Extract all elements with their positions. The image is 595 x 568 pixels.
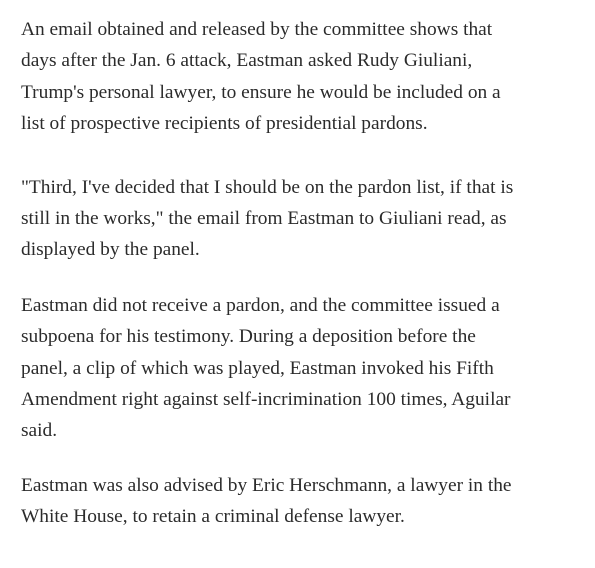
paragraph-no-pardon: Eastman did not receive a pardon, and th…: [21, 290, 581, 447]
paragraph-email-obtained: An email obtained and released by the co…: [21, 14, 581, 140]
paragraph-herschmann-advice: Eastman was also advised by Eric Herschm…: [21, 470, 581, 533]
paragraph-line: panel, a clip of which was played, Eastm…: [21, 357, 494, 379]
paragraph-line: Trump's personal lawyer, to ensure he wo…: [21, 81, 501, 103]
paragraph-line: Eastman did not receive a pardon, and th…: [21, 294, 500, 316]
paragraph-line: still in the works," the email from East…: [21, 208, 507, 230]
paragraph-email-quote: "Third, I've decided that I should be on…: [21, 172, 581, 266]
article-body: An email obtained and released by the co…: [21, 14, 581, 533]
paragraph-line: Amendment right against self-incriminati…: [21, 389, 511, 411]
paragraph-line: An email obtained and released by the co…: [21, 19, 493, 40]
paragraph-line: White House, to retain a criminal defens…: [21, 506, 405, 528]
paragraph-line: displayed by the panel.: [21, 239, 200, 261]
paragraph-line: list of prospective recipients of presid…: [21, 113, 428, 135]
paragraph-line: days after the Jan. 6 attack, Eastman as…: [21, 50, 473, 72]
paragraph-line: "Third, I've decided that I should be on…: [21, 176, 514, 198]
paragraph-line: Eastman was also advised by Eric Herschm…: [21, 474, 512, 496]
paragraph-line: said.: [21, 420, 58, 442]
paragraph-line: subpoena for his testimony. During a dep…: [21, 326, 476, 348]
